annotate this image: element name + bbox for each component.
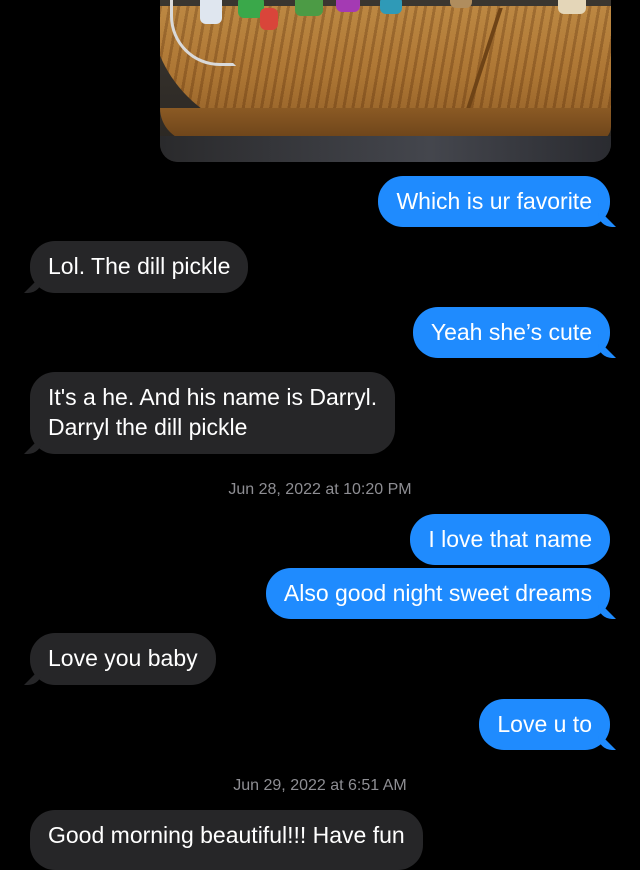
toy: [295, 0, 323, 16]
timestamp: Jun 29, 2022 at 6:51 AM: [233, 777, 407, 794]
message-text: Also good night sweet dreams: [283, 580, 592, 606]
message-text: I love that name: [428, 526, 592, 552]
toy: [450, 0, 472, 8]
toy: [200, 0, 222, 24]
message-incoming[interactable]: It's a he. And his name is Darryl. Darry…: [30, 372, 396, 454]
photo-attachment[interactable]: [160, 0, 611, 162]
toy: [558, 0, 586, 14]
message-text: Lol. The dill pickle: [48, 253, 231, 279]
message-text: Good morning beautiful!!! Have fun: [48, 822, 405, 848]
message-incoming[interactable]: Lol. The dill pickle: [30, 241, 249, 293]
message-incoming[interactable]: Love you baby: [30, 633, 216, 685]
message-outgoing[interactable]: Yeah she’s cute: [412, 307, 610, 358]
message-text: Which is ur favorite: [396, 188, 592, 214]
message-outgoing[interactable]: Which is ur favorite: [378, 176, 610, 227]
message-outgoing[interactable]: Also good night sweet dreams: [265, 568, 610, 619]
message-outgoing[interactable]: I love that name: [410, 514, 610, 565]
toy: [380, 0, 402, 14]
floor: [160, 136, 611, 162]
message-text-line2: Darryl the dill pickle: [48, 414, 248, 440]
toy: [336, 0, 360, 12]
message-text: Love u to: [497, 711, 592, 737]
message-outgoing[interactable]: Love u to: [479, 699, 610, 750]
message-text: It's a he. And his name is Darryl.: [48, 384, 378, 410]
message-incoming[interactable]: Good morning beautiful!!! Have fun: [30, 810, 423, 870]
message-text: Love you baby: [48, 645, 198, 671]
timestamp: Jun 28, 2022 at 10:20 PM: [228, 481, 412, 498]
toy: [260, 8, 278, 30]
message-text: Yeah she’s cute: [430, 319, 592, 345]
